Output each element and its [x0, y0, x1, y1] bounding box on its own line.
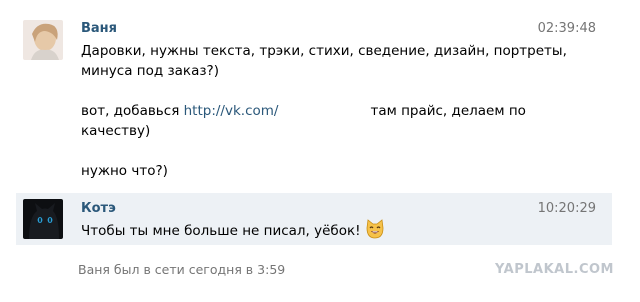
cat-smile-icon [365, 219, 385, 245]
message-author[interactable]: Ваня [81, 21, 117, 36]
message-line: Чтобы ты мне больше не писал, уёбок! [81, 219, 385, 245]
message-link[interactable]: http://vk.com/ [184, 103, 279, 119]
watermark: YAPLAKAL.COM [495, 262, 614, 277]
online-status: Ваня был в сети сегодня в 3:59 [78, 262, 286, 277]
message-time[interactable]: 02:39:48 [538, 21, 596, 36]
avatar[interactable] [23, 199, 63, 239]
message-text: там прайс, делаем по [370, 103, 526, 119]
message-item: Котэ 10:20:29 Чтобы ты мне больше не пис… [16, 193, 612, 245]
avatar[interactable] [23, 20, 63, 60]
message-text: Чтобы ты мне больше не писал, уёбок! [81, 223, 361, 239]
message-author[interactable]: Котэ [81, 201, 116, 216]
message-item: Ваня 02:39:48 Даровки, нужны текста, трэ… [16, 12, 612, 188]
message-line: вот, добавься http://vk.com/там прайс, д… [81, 101, 526, 121]
message-line: Даровки, нужны текста, трэки, стихи, све… [81, 43, 567, 59]
message-line: минуса под заказ?) [81, 63, 219, 79]
message-text: вот, добавься [81, 103, 184, 119]
message-line: нужно что?) [81, 163, 168, 179]
message-time[interactable]: 10:20:29 [538, 201, 596, 216]
message-line: качеству) [81, 123, 151, 139]
